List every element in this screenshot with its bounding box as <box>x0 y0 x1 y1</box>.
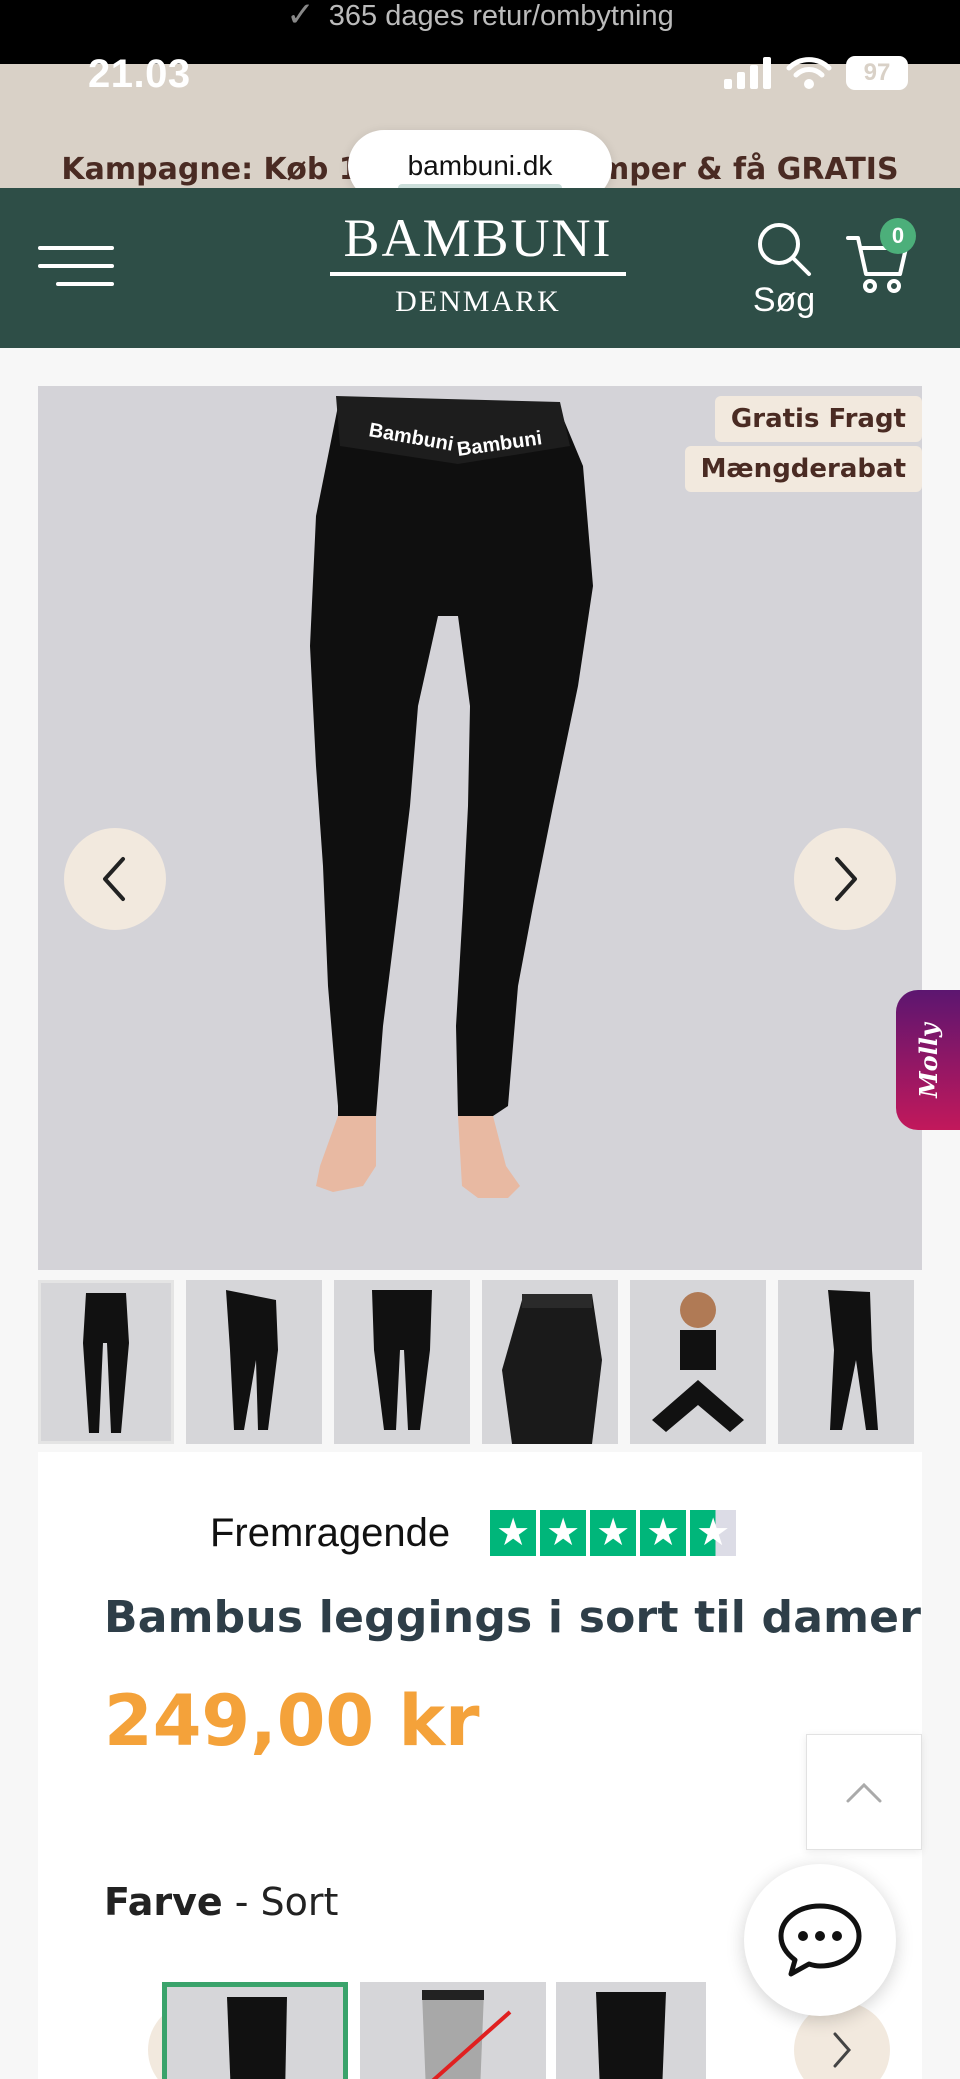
badge-free-shipping: Gratis Fragt <box>714 396 922 442</box>
chevron-left-icon <box>103 857 125 901</box>
return-banner-text: 365 dages retur/ombytning <box>328 0 674 32</box>
cart-button[interactable]: 0 <box>846 218 916 298</box>
thumbnail-4[interactable] <box>482 1280 618 1444</box>
trustpilot-rating[interactable]: Fremragende ★ ★ ★ ★ ★ <box>210 1510 737 1556</box>
thumbnail-2-image <box>226 1290 278 1430</box>
badge-quantity-discount: Mængderabat <box>684 446 922 492</box>
chat-button[interactable] <box>744 1864 896 2016</box>
url-text: bambuni.dk <box>407 150 553 181</box>
thumbnail-6[interactable] <box>778 1280 914 1444</box>
search-button[interactable]: Søg <box>748 220 820 320</box>
cart-count-badge: 0 <box>880 218 916 254</box>
next-image-button[interactable] <box>794 828 896 930</box>
molly-widget-tab[interactable]: Molly <box>896 990 960 1130</box>
swatch-black-image <box>227 1997 287 2079</box>
logo-country: DENMARK <box>395 285 561 318</box>
star-icon: ★ <box>490 1510 537 1556</box>
logo-brand: BAMBUNI <box>343 208 613 268</box>
star-icon: ★ <box>640 1510 687 1556</box>
chevron-right-icon <box>835 857 857 901</box>
color-value: Sort <box>260 1880 339 1924</box>
thumbnail-1-image <box>83 1293 129 1433</box>
swatch-grey-image <box>422 1990 512 2079</box>
product-main-image[interactable]: Bambuni Bambuni Gratis Fragt Mængderabat <box>38 386 922 1270</box>
rating-word: Fremragende <box>210 1510 451 1555</box>
search-label: Søg <box>752 281 816 319</box>
product-title: Bambus leggings i sort til damer <box>104 1592 922 1643</box>
swatch-grey[interactable] <box>360 1982 546 2079</box>
star-icon: ★ <box>590 1510 637 1556</box>
thumbnail-6-image <box>828 1290 878 1430</box>
color-selection-label: Farve - Sort <box>104 1880 338 1924</box>
check-icon: ✓ <box>286 0 315 34</box>
thumbnail-4-image <box>502 1294 602 1444</box>
swatch-dark-image <box>596 1992 666 2079</box>
page-root: ✓ 365 dages retur/ombytning Kampagne: Kø… <box>0 0 960 2079</box>
half-star-icon: ★ <box>690 1510 737 1556</box>
color-label: Farve <box>104 1880 223 1924</box>
search-icon <box>758 223 811 276</box>
thumbnail-2[interactable] <box>186 1280 322 1444</box>
hamburger-menu-icon[interactable] <box>38 246 114 290</box>
thumbnail-5-image <box>652 1292 744 1432</box>
scroll-to-top-button[interactable] <box>806 1734 922 1850</box>
status-icons: 97 <box>724 56 908 90</box>
logo-divider <box>330 272 626 276</box>
star-icon: ★ <box>540 1510 587 1556</box>
site-logo[interactable]: BAMBUNI DENMARK <box>330 208 626 328</box>
site-header: BAMBUNI DENMARK Søg 0 <box>0 188 960 348</box>
thumbnail-1[interactable] <box>38 1280 174 1444</box>
prev-image-button[interactable] <box>64 828 166 930</box>
wifi-icon <box>786 57 832 89</box>
chevron-up-icon <box>846 1782 882 1803</box>
color-separator: - <box>222 1880 261 1924</box>
swatch-dark[interactable] <box>556 1982 706 2079</box>
thumbnail-strip <box>38 1280 922 1448</box>
chat-bubble-icon <box>778 1903 862 1977</box>
thumbnail-5[interactable] <box>630 1280 766 1444</box>
signal-icon <box>724 57 771 89</box>
thumbnail-3[interactable] <box>334 1280 470 1444</box>
product-price: 249,00 kr <box>104 1680 480 1762</box>
thumbnail-3-image <box>372 1290 432 1430</box>
battery-indicator: 97 <box>846 56 908 90</box>
swatch-black[interactable] <box>162 1982 348 2079</box>
chevron-right-icon <box>833 2032 851 2068</box>
status-time: 21.03 <box>88 52 191 96</box>
leggings-illustration: Bambuni Bambuni <box>310 396 593 1198</box>
molly-label: Molly <box>913 1022 943 1098</box>
rating-stars: ★ ★ ★ ★ ★ <box>490 1510 737 1556</box>
